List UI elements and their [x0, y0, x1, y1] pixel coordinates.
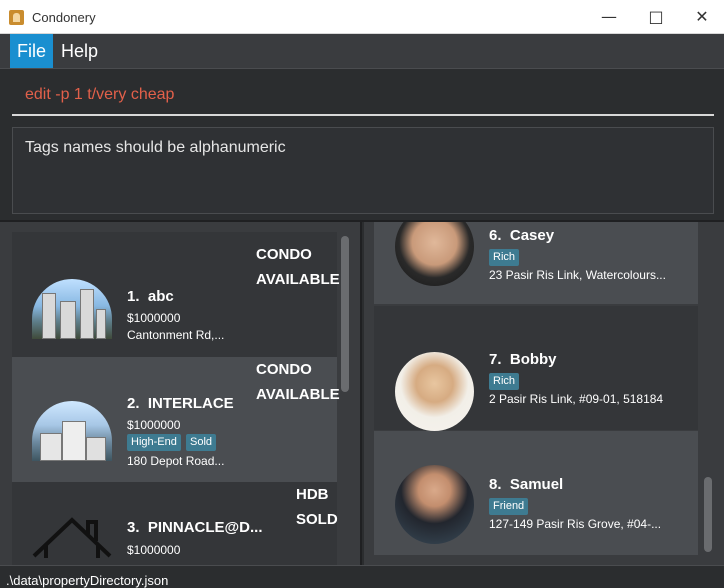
property-name: 1. abc	[127, 288, 174, 305]
condonery-app-icon	[9, 10, 24, 25]
client-photo	[395, 352, 474, 431]
property-name: 2. INTERLACE	[127, 395, 234, 412]
result-message: Tags names should be alphanumeric	[25, 139, 286, 156]
property-price: $1000000	[127, 543, 181, 557]
client-card[interactable]: 7. Bobby Rich 2 Pasir Ris Link, #09-01, …	[374, 306, 698, 431]
client-address: 127-149 Pasir Ris Grove, #04-...	[489, 517, 662, 531]
client-photo	[395, 465, 474, 544]
tag-rich: Rich	[489, 249, 520, 266]
tag-high-end: High-End	[127, 434, 181, 451]
menu-file[interactable]: File	[10, 34, 54, 68]
property-list[interactable]: 1. abc $1000000 Cantonment Rd,... CONDO …	[0, 222, 362, 565]
property-name: 3. PINNACLE@D...	[127, 519, 263, 536]
property-price: $1000000	[127, 418, 181, 432]
property-status: SOLD	[296, 511, 338, 528]
property-address: Cantonment Rd,...	[127, 328, 225, 342]
property-type: HDB	[296, 486, 329, 503]
window-title: Condonery	[32, 10, 96, 25]
menu-help[interactable]: Help	[54, 34, 105, 68]
property-photo	[32, 279, 112, 339]
client-name: 6. Casey	[489, 227, 555, 244]
tag-sold: Sold	[186, 434, 217, 451]
property-status: AVAILABLE	[256, 271, 340, 288]
data-file-path: .\data\propertyDirectory.json	[6, 573, 169, 588]
client-address: 23 Pasir Ris Link, Watercolours...	[489, 268, 666, 282]
close-icon[interactable]: ✕	[690, 6, 714, 28]
client-list-scrollbar[interactable]	[704, 477, 712, 552]
house-outline-icon	[32, 517, 112, 558]
command-text: edit -p 1 t/very cheap	[25, 86, 175, 103]
tag-friend: Friend	[489, 498, 529, 515]
tag-rich: Rich	[489, 373, 520, 390]
result-display: Tags names should be alphanumeric	[12, 127, 714, 214]
status-bar: .\data\propertyDirectory.json	[0, 565, 724, 588]
menu-bar: File Help	[0, 34, 724, 69]
client-name: 7. Bobby	[489, 351, 557, 368]
property-type: CONDO	[256, 361, 312, 378]
command-input[interactable]: edit -p 1 t/very cheap	[12, 78, 714, 116]
client-address: 2 Pasir Ris Link, #09-01, 518184	[489, 392, 664, 406]
property-photo	[32, 401, 112, 461]
property-card[interactable]: 3. PINNACLE@D... $1000000 HDB SOLD	[12, 482, 338, 565]
property-type: CONDO	[256, 246, 312, 263]
client-card[interactable]: 6. Casey Rich 23 Pasir Ris Link, Waterco…	[374, 222, 698, 304]
client-list[interactable]: 6. Casey Rich 23 Pasir Ris Link, Waterco…	[364, 222, 724, 565]
title-bar: Condonery — □ ✕	[0, 0, 724, 34]
property-list-scrollbar[interactable]	[341, 236, 349, 392]
minimize-icon[interactable]: —	[597, 6, 621, 28]
maximize-icon[interactable]: □	[644, 6, 668, 28]
client-name: 8. Samuel	[489, 476, 564, 493]
property-status: AVAILABLE	[256, 386, 340, 403]
property-card[interactable]: 2. INTERLACE $1000000 High-End Sold 180 …	[12, 357, 340, 482]
property-address: 180 Depot Road...	[127, 454, 225, 468]
property-price: $1000000	[127, 311, 181, 325]
client-photo	[395, 222, 474, 286]
client-card[interactable]: 8. Samuel Friend 127-149 Pasir Ris Grove…	[374, 431, 698, 555]
property-card[interactable]: 1. abc $1000000 Cantonment Rd,... CONDO …	[12, 232, 340, 357]
